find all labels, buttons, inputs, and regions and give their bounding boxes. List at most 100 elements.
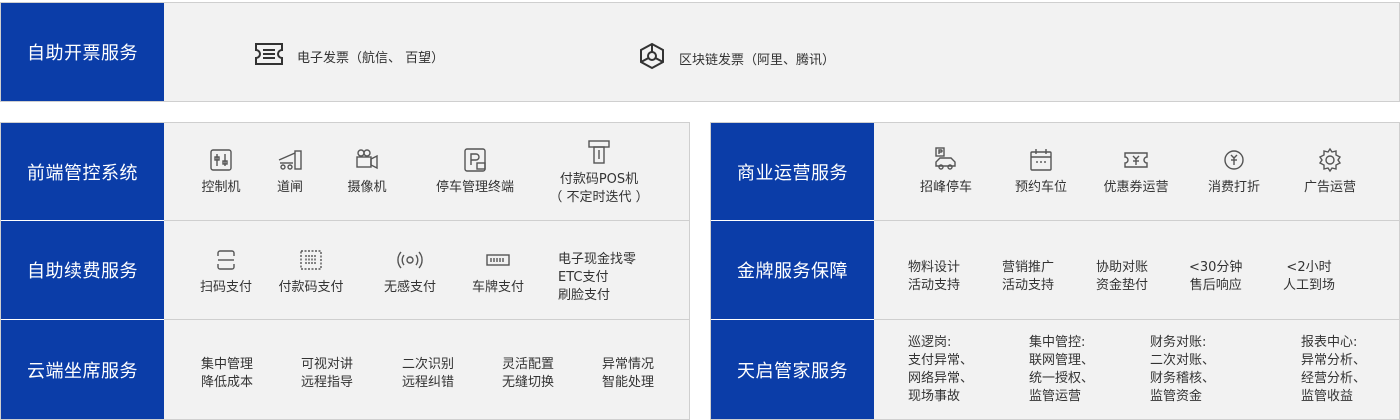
cloud-item: 集中管理 降低成本 [197, 356, 257, 392]
gold-service-header: 金牌服务保障 [711, 221, 874, 319]
butler-item-line: 监管收益 [1301, 389, 1354, 404]
reserve-item[interactable]: 预约车位 [1006, 147, 1076, 197]
gold-item-line: 人工到场 [1283, 278, 1336, 293]
parking-car-icon [933, 147, 959, 173]
self-invoice-header: 自助开票服务 [1, 3, 164, 101]
butler-item-title: 集中管控: [1029, 335, 1086, 350]
butler-item-line: 支付异常、 [908, 353, 974, 368]
cloud-item: 异常情况 智能处理 [598, 356, 658, 392]
butler-item: 报表中心: 异常分析、 经营分析、 监管收益 [1301, 334, 1366, 406]
etc-pay-label: ETC支付 [558, 270, 609, 285]
butler-item-line: 现场事故 [908, 389, 961, 404]
gold-item: 物料设计 活动支持 [908, 259, 960, 295]
invoice-icon [253, 41, 285, 71]
scan-icon [213, 247, 239, 273]
blockchain-invoice-item[interactable]: 区块链发票（阿里、腾讯） [637, 41, 835, 75]
parking-terminal-item[interactable]: 停车管理终端 [427, 147, 523, 197]
butler-item-line: 经营分析、 [1301, 371, 1367, 386]
ads-item[interactable]: 广告运营 [1295, 147, 1365, 197]
gold-item-line: 协助对账 [1096, 260, 1149, 275]
cloud-seat-header: 云端坐席服务 [1, 320, 164, 419]
cloud-item: 灵活配置 无缝切换 [498, 356, 558, 392]
coupon-icon [1123, 147, 1149, 173]
barrier-gate-label: 道闸 [276, 180, 303, 195]
butler-item-line: 二次对账、 [1150, 353, 1216, 368]
gear-icon [1317, 147, 1343, 173]
coupon-label: 优惠券运营 [1103, 180, 1169, 195]
butler-item: 巡逻岗: 支付异常、 网络异常、 现场事故 [908, 334, 973, 406]
frontend-control-header: 前端管控系统 [1, 123, 164, 221]
butler-item-line: 财务稽核、 [1150, 371, 1216, 386]
butler-item-title: 财务对账: [1150, 335, 1207, 350]
self-invoice-panel: 自助开票服务 电子发票（航信、 百望） 区块链发票（阿里、腾讯） [0, 2, 1400, 102]
parking-terminal-label: 停车管理终端 [435, 180, 514, 195]
parking-label: 招峰停车 [919, 180, 972, 195]
plate-pay-item[interactable]: 车牌支付 [463, 247, 533, 297]
parking-terminal-icon [462, 147, 488, 173]
cash-change-label: 电子现金找零 [558, 252, 637, 267]
gold-item: <2小时 人工到场 [1283, 259, 1335, 295]
left-services-panel: 前端管控系统 控制机 道闸 摄像机 停车管理终端 付款码POS机 （ 不定时迭代… [0, 122, 690, 420]
cloud-item-line: 异常情况 [601, 357, 654, 372]
e-invoice-label: 电子发票（航信、 百望） [297, 50, 445, 66]
camera-item[interactable]: 摄像机 [337, 147, 397, 197]
barrier-gate-item[interactable]: 道闸 [263, 147, 317, 197]
cloud-item: 二次识别 远程纠错 [398, 356, 458, 392]
coupon-item[interactable]: 优惠券运营 [1096, 147, 1176, 197]
wireless-icon [397, 247, 423, 273]
other-payments: 电子现金找零 ETC支付 刷脸支付 [558, 251, 636, 305]
butler-item-line: 监管资金 [1150, 389, 1203, 404]
cloud-item-line: 远程指导 [300, 375, 353, 390]
controller-icon [208, 147, 234, 173]
butler-item-title: 巡逻岗: [908, 335, 952, 350]
gold-service-row: 金牌服务保障 物料设计 活动支持 营销推广 活动支持 协助对账 资金垫付 <30… [711, 221, 1399, 319]
pos-machine-item[interactable]: 付款码POS机 （ 不定时迭代 ） [549, 139, 649, 207]
calendar-icon [1028, 147, 1054, 173]
cloud-item: 可视对讲 远程指导 [297, 356, 357, 392]
ads-label: 广告运营 [1303, 180, 1356, 195]
gold-item-line: 资金垫付 [1096, 278, 1149, 293]
camera-label: 摄像机 [347, 180, 387, 195]
pos-machine-note: （ 不定时迭代 ） [549, 190, 649, 205]
pos-machine-label: 付款码POS机 [559, 172, 639, 187]
butler-item-line: 网络异常、 [908, 371, 974, 386]
self-renewal-row: 自助续费服务 扫码支付 付款码支付 无感支付 车牌支付 电子现金找零 ETC支付… [1, 221, 689, 319]
gold-item-line: 活动支持 [908, 278, 961, 293]
reserve-label: 预约车位 [1014, 180, 1067, 195]
controller-label: 控制机 [201, 180, 241, 195]
scan-pay-item[interactable]: 扫码支付 [191, 247, 261, 297]
blockchain-icon [637, 41, 667, 75]
plate-pay-label: 车牌支付 [471, 280, 524, 295]
butler-item: 集中管控: 联网管理、 统一授权、 监管运营 [1029, 334, 1094, 406]
cloud-item-line: 无缝切换 [501, 375, 554, 390]
gold-item-line: 售后响应 [1189, 278, 1242, 293]
gold-item-line: <30分钟 [1189, 260, 1243, 275]
cloud-item-line: 远程纠错 [401, 375, 454, 390]
business-ops-header: 商业运营服务 [711, 123, 874, 221]
e-invoice-item[interactable]: 电子发票（航信、 百望） [253, 41, 444, 71]
gold-item: 营销推广 活动支持 [1002, 259, 1054, 295]
senseless-pay-item[interactable]: 无感支付 [375, 247, 445, 297]
cloud-item-line: 二次识别 [401, 357, 454, 372]
barcode-icon [298, 247, 324, 273]
business-ops-row: 商业运营服务 招峰停车 预约车位 优惠券运营 消费打折 广告运营 [711, 123, 1399, 221]
cloud-seat-row: 云端坐席服务 集中管理 降低成本 可视对讲 远程指导 二次识别 远程纠错 灵活配… [1, 320, 689, 419]
license-plate-icon [485, 247, 511, 273]
barrier-gate-icon [277, 147, 303, 173]
gold-item: 协助对账 资金垫付 [1096, 259, 1148, 295]
barcode-pay-label: 付款码支付 [278, 280, 344, 295]
cloud-item-line: 降低成本 [200, 375, 253, 390]
tianqi-butler-row: 天启管家服务 巡逻岗: 支付异常、 网络异常、 现场事故 集中管控: 联网管理、… [711, 320, 1399, 419]
cloud-item-line: 集中管理 [200, 357, 253, 372]
blockchain-invoice-label: 区块链发票（阿里、腾讯） [679, 52, 836, 68]
gold-item-line: <2小时 [1286, 260, 1332, 275]
tianqi-butler-header: 天启管家服务 [711, 320, 874, 419]
controller-item[interactable]: 控制机 [191, 147, 251, 197]
parking-item[interactable]: 招峰停车 [911, 147, 981, 197]
cloud-item-line: 智能处理 [601, 375, 654, 390]
discount-icon [1221, 147, 1247, 173]
discount-item[interactable]: 消费打折 [1199, 147, 1269, 197]
barcode-pay-item[interactable]: 付款码支付 [271, 247, 351, 297]
frontend-control-row: 前端管控系统 控制机 道闸 摄像机 停车管理终端 付款码POS机 （ 不定时迭代… [1, 123, 689, 221]
discount-label: 消费打折 [1207, 180, 1260, 195]
